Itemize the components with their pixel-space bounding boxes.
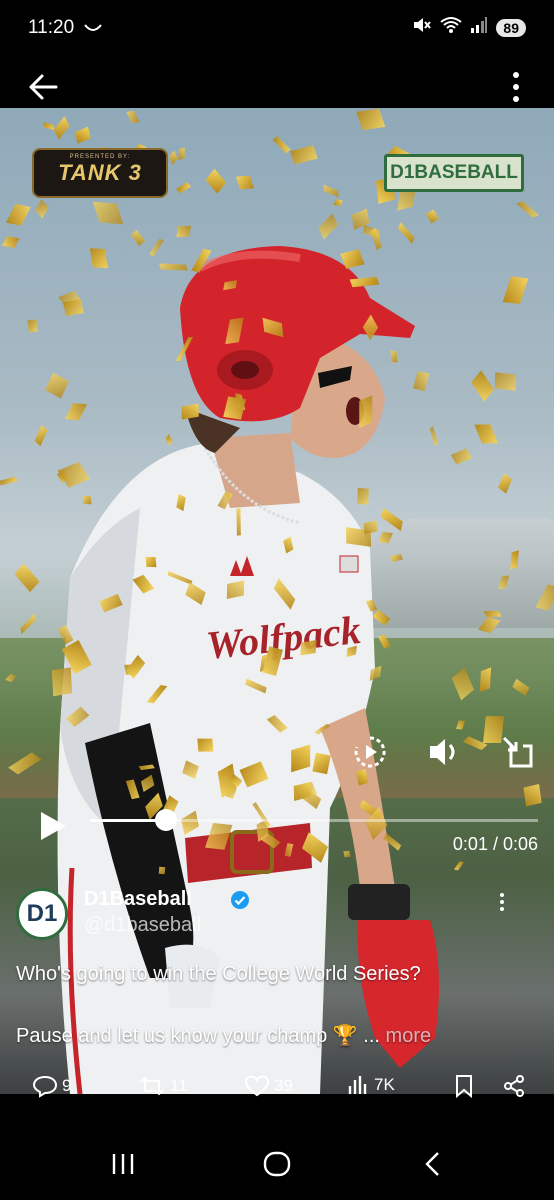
confetti-piece (145, 557, 157, 568)
view-count: 7K (374, 1075, 395, 1094)
volume-icon (430, 739, 455, 765)
replay-button[interactable] (352, 734, 388, 770)
tweet-text: Who's going to win the College World Ser… (16, 962, 536, 1086)
bookmark-icon (456, 1075, 472, 1098)
share-button[interactable] (502, 1074, 526, 1098)
repost-button[interactable]: 11 (138, 1074, 188, 1098)
video-player[interactable]: Wolfpack PRESENTED BY: TANK 3 D1BASEBALL (0, 108, 554, 1094)
recent-apps-button[interactable] (108, 1150, 138, 1178)
confetti-piece (522, 784, 542, 807)
status-right: 89 (412, 16, 526, 40)
replay-icon (354, 736, 386, 768)
wifi-icon (440, 16, 463, 40)
home-icon (263, 1151, 291, 1177)
author-handle[interactable]: @d1baseball (84, 914, 201, 937)
confetti-piece (158, 263, 188, 272)
more-options-button[interactable] (506, 70, 526, 104)
confetti-piece (178, 147, 185, 161)
confetti-piece (63, 299, 85, 316)
confetti-piece (158, 866, 166, 875)
volume-button[interactable] (427, 734, 461, 770)
confetti-piece (494, 372, 516, 391)
system-navigation-bar (0, 1130, 554, 1200)
show-more-link[interactable]: more (386, 1025, 432, 1047)
chevron-left-icon (425, 1152, 439, 1176)
like-count: 39 (274, 1076, 293, 1095)
more-vertical-icon (513, 72, 519, 102)
confetti-piece (51, 667, 73, 697)
bookmark-button[interactable] (454, 1074, 474, 1098)
confetti-piece (27, 320, 38, 333)
home-button[interactable] (262, 1150, 292, 1178)
tweet-action-bar: 9 11 39 7K (0, 1074, 554, 1110)
tweet-text-line-1: Who's going to win the College World Ser… (16, 963, 421, 985)
views-icon (348, 1076, 367, 1094)
confetti-piece (343, 850, 351, 857)
confetti-piece (236, 507, 242, 536)
screen: 11:20 89 Wolfpack PRESENTED BY: TANK 3 D… (0, 0, 554, 1200)
confetti-piece (82, 495, 91, 504)
views-button[interactable]: 7K (348, 1074, 395, 1096)
recent-apps-icon (112, 1154, 134, 1174)
confetti-piece (300, 639, 318, 656)
play-icon (41, 812, 66, 840)
back-button[interactable] (26, 72, 62, 102)
tweet-more-button[interactable] (498, 892, 506, 912)
exit-fullscreen-button[interactable] (501, 734, 535, 770)
battery-indicator: 89 (496, 19, 526, 37)
author-display-name[interactable]: D1Baseball (84, 888, 192, 911)
verified-badge-icon (231, 891, 249, 909)
arrow-left-icon (29, 74, 58, 100)
status-left: 11:20 (28, 17, 102, 39)
status-bar: 11:20 89 (0, 0, 554, 56)
tweet-text-line-2: Pause and let us know your champ 🏆 ... m… (16, 1024, 536, 1048)
reply-icon (32, 1075, 58, 1098)
notification-icon (84, 17, 102, 39)
video-time-readout: 0:01 / 0:06 (452, 834, 538, 854)
repost-count: 11 (170, 1076, 188, 1095)
sponsor-logo: PRESENTED BY: TANK 3 (32, 148, 168, 198)
confetti-piece (357, 487, 369, 505)
repost-icon (140, 1076, 164, 1096)
exit-fullscreen-icon (502, 736, 533, 768)
heart-icon (244, 1075, 270, 1097)
reply-count: 9 (62, 1076, 72, 1095)
more-vertical-icon (500, 893, 504, 911)
video-progress-bar[interactable] (90, 809, 538, 831)
top-app-bar (0, 66, 554, 108)
confetti-piece (176, 225, 192, 237)
tweet-text-line-2-content: Pause and let us know your champ 🏆 ... (16, 1025, 380, 1047)
confetti-piece (89, 248, 108, 269)
play-button[interactable] (38, 810, 68, 842)
brand-logo: D1BASEBALL (384, 154, 524, 192)
signal-icon (470, 16, 488, 40)
system-back-button[interactable] (420, 1150, 446, 1178)
share-icon (504, 1075, 524, 1097)
avatar[interactable]: D1 (16, 888, 68, 940)
status-time: 11:20 (28, 17, 75, 38)
mute-icon (412, 16, 432, 40)
reply-button[interactable]: 9 (32, 1074, 71, 1098)
video-scrubber-handle[interactable] (155, 809, 178, 831)
player-image (57, 246, 439, 1094)
confetti-piece (197, 738, 214, 752)
tweet-author-row: D1 D1Baseball @d1baseball (16, 888, 536, 944)
sponsor-logo-text: TANK 3 (58, 160, 142, 185)
like-button[interactable]: 39 (244, 1074, 293, 1098)
